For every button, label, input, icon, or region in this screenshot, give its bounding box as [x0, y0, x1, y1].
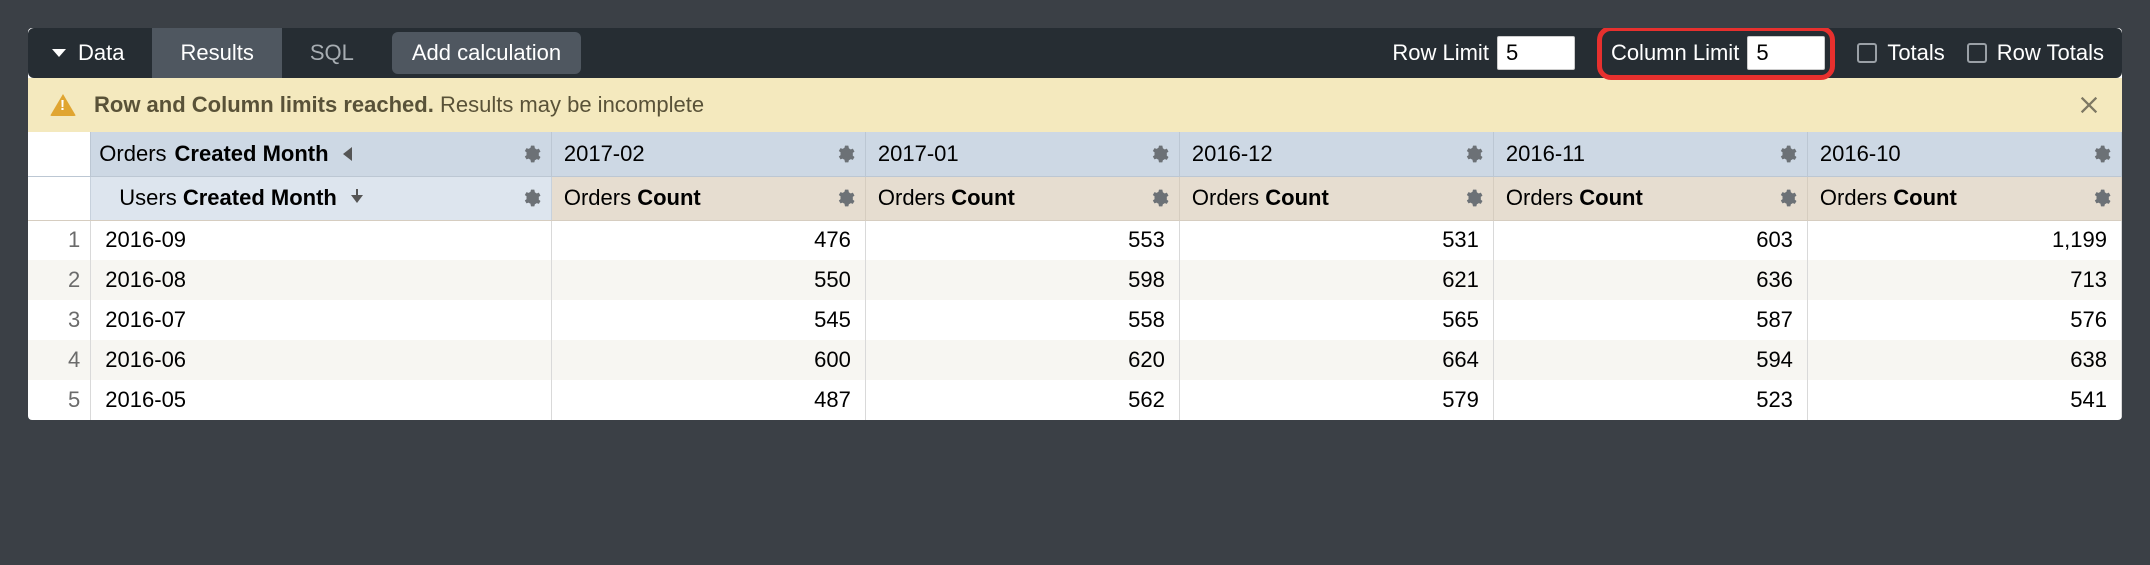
measure-col-0[interactable]: Orders Count [551, 176, 865, 220]
cell-value[interactable]: 531 [1179, 220, 1493, 260]
gear-icon[interactable] [2091, 144, 2111, 164]
explore-panel: Data Results SQL Add calculation Row Lim… [28, 28, 2122, 420]
column-limit-group: Column Limit [1597, 32, 1835, 74]
column-limit-input[interactable] [1747, 36, 1825, 70]
dismiss-warning-button[interactable] [2078, 94, 2100, 116]
cell-value[interactable]: 664 [1179, 340, 1493, 380]
pivot-dimension-header[interactable]: Orders Created Month [91, 132, 552, 176]
cell-value[interactable]: 1,199 [1807, 220, 2121, 260]
arrow-down-icon [349, 185, 363, 210]
tab-sql[interactable]: SQL [282, 28, 382, 78]
cell-value[interactable]: 579 [1179, 380, 1493, 420]
limits-warning-banner: Row and Column limits reached. Results m… [28, 78, 2122, 132]
row-limit-input[interactable] [1497, 36, 1575, 70]
cell-value[interactable]: 541 [1807, 380, 2121, 420]
row-totals-toggle[interactable]: Row Totals [1967, 40, 2104, 66]
cell-value[interactable]: 621 [1179, 260, 1493, 300]
tab-results[interactable]: Results [152, 28, 281, 78]
pivot-col-0[interactable]: 2017-02 [551, 132, 865, 176]
totals-toggle[interactable]: Totals [1857, 40, 1944, 66]
row-index: 3 [28, 300, 91, 340]
cell-value[interactable]: 553 [865, 220, 1179, 260]
row-index: 1 [28, 220, 91, 260]
row-index: 4 [28, 340, 91, 380]
gear-icon[interactable] [1777, 188, 1797, 208]
add-calculation-button[interactable]: Add calculation [392, 32, 581, 74]
top-toolbar: Data Results SQL Add calculation Row Lim… [28, 28, 2122, 78]
chevron-left-icon[interactable] [343, 147, 352, 161]
cell-value[interactable]: 620 [865, 340, 1179, 380]
caret-down-icon [52, 49, 66, 57]
row-label[interactable]: 2016-09 [91, 220, 552, 260]
cell-value[interactable]: 587 [1493, 300, 1807, 340]
pivot-header-row: Orders Created Month 2017-02 2017-01 201… [28, 132, 2122, 176]
table-row: 32016-07545558565587576 [28, 300, 2122, 340]
cell-value[interactable]: 636 [1493, 260, 1807, 300]
cell-value[interactable]: 545 [551, 300, 865, 340]
gear-icon[interactable] [521, 188, 541, 208]
table-row: 42016-06600620664594638 [28, 340, 2122, 380]
row-label[interactable]: 2016-07 [91, 300, 552, 340]
row-index: 2 [28, 260, 91, 300]
row-limit-group: Row Limit [1392, 36, 1575, 70]
gear-icon[interactable] [1149, 188, 1169, 208]
table-row: 52016-05487562579523541 [28, 380, 2122, 420]
cell-value[interactable]: 713 [1807, 260, 2121, 300]
pivot-col-2[interactable]: 2016-12 [1179, 132, 1493, 176]
gear-icon[interactable] [2091, 188, 2111, 208]
cell-value[interactable]: 476 [551, 220, 865, 260]
measure-col-4[interactable]: Orders Count [1807, 176, 2121, 220]
toolbar-right: Row Limit Column Limit Totals Row Totals [1392, 32, 2104, 74]
results-table-wrapper: Orders Created Month 2017-02 2017-01 201… [28, 132, 2122, 420]
gear-icon[interactable] [1463, 144, 1483, 164]
header-spacer [28, 132, 91, 176]
warning-icon [50, 94, 76, 116]
cell-value[interactable]: 550 [551, 260, 865, 300]
cell-value[interactable]: 600 [551, 340, 865, 380]
cell-value[interactable]: 576 [1807, 300, 2121, 340]
table-row: 22016-08550598621636713 [28, 260, 2122, 300]
cell-value[interactable]: 565 [1179, 300, 1493, 340]
gear-icon[interactable] [1777, 144, 1797, 164]
cell-value[interactable]: 558 [865, 300, 1179, 340]
header-spacer [28, 176, 91, 220]
cell-value[interactable]: 598 [865, 260, 1179, 300]
gear-icon[interactable] [521, 144, 541, 164]
cell-value[interactable]: 562 [865, 380, 1179, 420]
measure-col-1[interactable]: Orders Count [865, 176, 1179, 220]
warning-message: Row and Column limits reached. Results m… [94, 92, 704, 118]
cell-value[interactable]: 487 [551, 380, 865, 420]
row-index: 5 [28, 380, 91, 420]
data-label: Data [78, 40, 124, 66]
row-label[interactable]: 2016-05 [91, 380, 552, 420]
gear-icon[interactable] [835, 144, 855, 164]
pivot-col-4[interactable]: 2016-10 [1807, 132, 2121, 176]
measure-header-row: Users Created Month Orders Count Orders … [28, 176, 2122, 220]
cell-value[interactable]: 523 [1493, 380, 1807, 420]
gear-icon[interactable] [1149, 144, 1169, 164]
gear-icon[interactable] [1463, 188, 1483, 208]
row-dimension-header[interactable]: Users Created Month [91, 176, 552, 220]
cell-value[interactable]: 638 [1807, 340, 2121, 380]
gear-icon[interactable] [835, 188, 855, 208]
cell-value[interactable]: 594 [1493, 340, 1807, 380]
checkbox-icon [1967, 43, 1987, 63]
table-row: 12016-094765535316031,199 [28, 220, 2122, 260]
column-limit-label: Column Limit [1611, 40, 1739, 66]
row-limit-label: Row Limit [1392, 40, 1489, 66]
table-body: 12016-094765535316031,19922016-085505986… [28, 220, 2122, 420]
row-label[interactable]: 2016-08 [91, 260, 552, 300]
row-label[interactable]: 2016-06 [91, 340, 552, 380]
measure-col-3[interactable]: Orders Count [1493, 176, 1807, 220]
pivot-col-1[interactable]: 2017-01 [865, 132, 1179, 176]
cell-value[interactable]: 603 [1493, 220, 1807, 260]
pivot-col-3[interactable]: 2016-11 [1493, 132, 1807, 176]
toolbar-left: Data Results SQL Add calculation [28, 28, 581, 78]
close-icon [2078, 94, 2100, 116]
measure-col-2[interactable]: Orders Count [1179, 176, 1493, 220]
results-table: Orders Created Month 2017-02 2017-01 201… [28, 132, 2122, 420]
data-section-toggle[interactable]: Data [28, 28, 152, 78]
checkbox-icon [1857, 43, 1877, 63]
